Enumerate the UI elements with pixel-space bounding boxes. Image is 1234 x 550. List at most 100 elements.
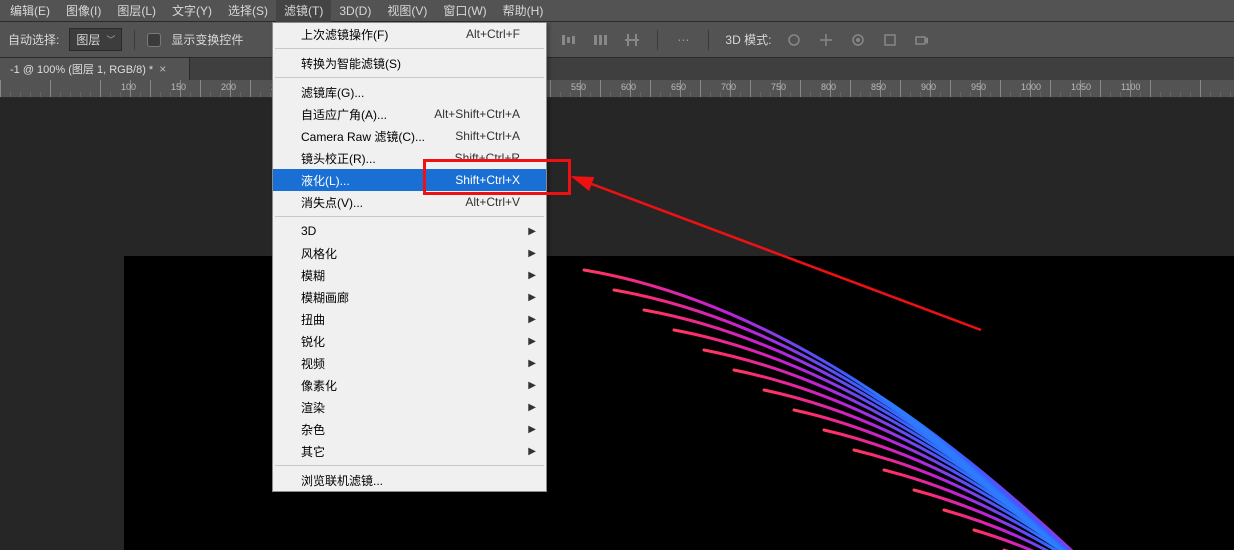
menu-text[interactable]: 文字(Y) <box>164 0 220 22</box>
menu-item[interactable]: 锐化 ▶ <box>273 330 546 352</box>
ruler-tick-label: 1050 <box>1071 82 1101 92</box>
menu-item-label: 3D <box>301 224 316 238</box>
menu-item-label: 扭曲 <box>301 311 325 328</box>
submenu-arrow-icon: ▶ <box>528 358 536 369</box>
menu-item-shortcut: Shift+Ctrl+X <box>455 173 520 187</box>
distribute-icon[interactable] <box>619 27 645 53</box>
auto-select-label: 自动选择: <box>4 31 63 48</box>
align-icon-2[interactable] <box>587 27 613 53</box>
menu-select[interactable]: 选择(S) <box>220 0 276 22</box>
menu-edit[interactable]: 编辑(E) <box>2 0 58 22</box>
ruler-tick-label: 550 <box>571 82 601 92</box>
canvas-area[interactable] <box>0 98 1234 550</box>
menu-item[interactable]: 转换为智能滤镜(S) <box>273 52 546 74</box>
menu-item[interactable]: 滤镜库(G)... <box>273 81 546 103</box>
filter-dropdown-menu: 上次滤镜操作(F) Alt+Ctrl+F 转换为智能滤镜(S) 滤镜库(G)... 自适… <box>272 22 547 492</box>
menu-item[interactable]: Camera Raw 滤镜(C)... Shift+Ctrl+A <box>273 125 546 147</box>
separator <box>708 30 709 50</box>
ruler-tick-label: 800 <box>821 82 851 92</box>
submenu-arrow-icon: ▶ <box>528 270 536 281</box>
menu-separator <box>275 48 544 49</box>
menu-item[interactable]: 上次滤镜操作(F) Alt+Ctrl+F <box>273 23 546 45</box>
separator <box>657 30 658 50</box>
menu-view[interactable]: 视图(V) <box>379 0 435 22</box>
menu-item[interactable]: 视频 ▶ <box>273 352 546 374</box>
align-icon[interactable] <box>555 27 581 53</box>
menu-item-label: 镜头校正(R)... <box>301 150 376 167</box>
menu-item-label: 上次滤镜操作(F) <box>301 26 388 43</box>
submenu-arrow-icon: ▶ <box>528 248 536 259</box>
menu-item[interactable]: 渲染 ▶ <box>273 396 546 418</box>
menu-item-label: 视频 <box>301 355 325 372</box>
menu-item[interactable]: 扭曲 ▶ <box>273 308 546 330</box>
menu-item[interactable]: 镜头校正(R)... Shift+Ctrl+R <box>273 147 546 169</box>
menu-layer[interactable]: 图层(L) <box>109 0 164 22</box>
menu-item-shortcut: Alt+Shift+Ctrl+A <box>434 107 520 121</box>
menu-item-label: 消失点(V)... <box>301 194 363 211</box>
show-transform-label: 显示变换控件 <box>171 31 243 48</box>
ruler-tick-label: 1000 <box>1021 82 1051 92</box>
horizontal-ruler: 1001502002505506006507007508008509009501… <box>0 80 1234 98</box>
submenu-arrow-icon: ▶ <box>528 446 536 457</box>
submenu-arrow-icon: ▶ <box>528 292 536 303</box>
orbit-icon[interactable] <box>781 27 807 53</box>
document-tabs: -1 @ 100% (图层 1, RGB/8) * × <box>0 58 1234 80</box>
close-icon[interactable]: × <box>159 62 166 76</box>
menu-item-label: 风格化 <box>301 245 337 262</box>
menu-item-shortcut: Shift+Ctrl+R <box>455 151 520 165</box>
roll-icon[interactable] <box>845 27 871 53</box>
submenu-arrow-icon: ▶ <box>528 380 536 391</box>
menu-3d[interactable]: 3D(D) <box>331 1 379 21</box>
scale-icon[interactable] <box>877 27 903 53</box>
mode3d-label: 3D 模式: <box>721 31 775 48</box>
ruler-tick-label: 700 <box>721 82 751 92</box>
menu-item[interactable]: 自适应广角(A)... Alt+Shift+Ctrl+A <box>273 103 546 125</box>
menu-item[interactable]: 模糊▶ <box>273 264 546 286</box>
menu-item-label: Camera Raw 滤镜(C)... <box>301 128 425 145</box>
menu-item-label: 浏览联机滤镜... <box>301 472 383 489</box>
menu-filter[interactable]: 滤镜(T) <box>276 0 331 22</box>
menu-item[interactable]: 风格化 ▶ <box>273 242 546 264</box>
ruler-tick-label: 600 <box>621 82 651 92</box>
submenu-arrow-icon: ▶ <box>528 336 536 347</box>
pan-icon[interactable] <box>813 27 839 53</box>
menubar: 编辑(E) 图像(I) 图层(L) 文字(Y) 选择(S) 滤镜(T) 3D(D… <box>0 0 1234 22</box>
menu-item-shortcut: Alt+Ctrl+F <box>466 27 520 41</box>
menu-item-shortcut: Shift+Ctrl+A <box>455 129 520 143</box>
ruler-tick-label: 900 <box>921 82 951 92</box>
ruler-tick-label: 850 <box>871 82 901 92</box>
submenu-arrow-icon: ▶ <box>528 226 536 237</box>
document-tab[interactable]: -1 @ 100% (图层 1, RGB/8) * × <box>0 58 190 80</box>
ruler-tick-label: 200 <box>221 82 251 92</box>
more-icon[interactable]: ⋯ <box>670 27 696 53</box>
menu-separator <box>275 465 544 466</box>
menu-item[interactable]: 模糊画廊▶ <box>273 286 546 308</box>
menu-item-label: 杂色 <box>301 421 325 438</box>
menu-item-label: 液化(L)... <box>301 172 350 189</box>
submenu-arrow-icon: ▶ <box>528 314 536 325</box>
menu-window[interactable]: 窗口(W) <box>435 0 494 22</box>
menu-item[interactable]: 消失点(V)...Alt+Ctrl+V <box>273 191 546 213</box>
menu-item-label: 锐化 <box>301 333 325 350</box>
menu-separator <box>275 77 544 78</box>
menu-item[interactable]: 其它 ▶ <box>273 440 546 462</box>
submenu-arrow-icon: ▶ <box>528 402 536 413</box>
layer-dropdown[interactable]: 图层 ﹀ <box>69 28 122 51</box>
menu-item[interactable]: 像素化 ▶ <box>273 374 546 396</box>
menu-item[interactable]: 液化(L)... Shift+Ctrl+X <box>273 169 546 191</box>
chevron-down-icon: ﹀ <box>106 33 115 46</box>
menu-item-label: 其它 <box>301 443 325 460</box>
menu-item[interactable]: 3D ▶ <box>273 220 546 242</box>
show-transform-checkbox[interactable] <box>147 33 161 47</box>
menu-item[interactable]: 杂色▶ <box>273 418 546 440</box>
feather-image <box>484 256 1234 550</box>
menu-separator <box>275 216 544 217</box>
menu-item-label: 像素化 <box>301 377 337 394</box>
menu-item-label: 自适应广角(A)... <box>301 106 387 123</box>
camera-icon[interactable] <box>909 27 935 53</box>
menu-item-label: 渲染 <box>301 399 325 416</box>
menu-item[interactable]: 浏览联机滤镜... <box>273 469 546 491</box>
menu-item-label: 滤镜库(G)... <box>301 84 364 101</box>
menu-image[interactable]: 图像(I) <box>58 0 109 22</box>
menu-help[interactable]: 帮助(H) <box>495 0 552 22</box>
